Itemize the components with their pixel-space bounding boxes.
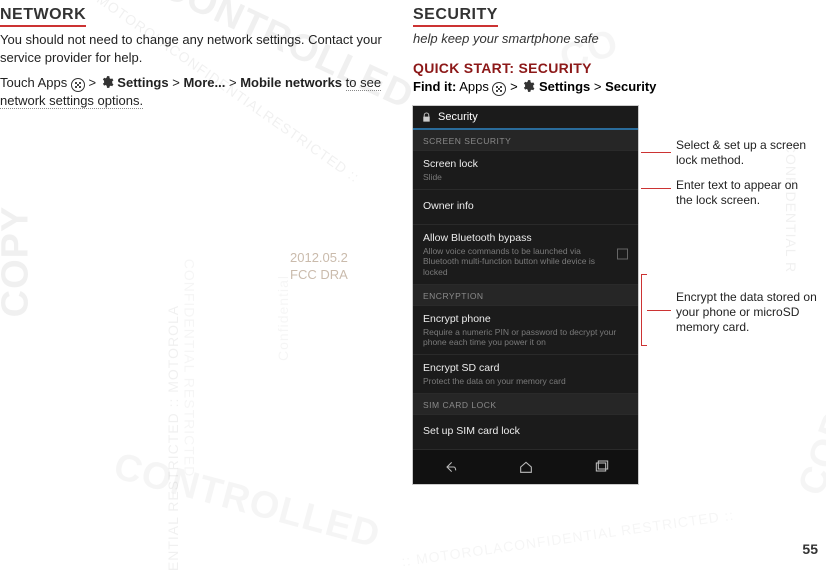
callout-owner-info: Enter text to appear on the lock screen. xyxy=(676,178,814,208)
checkbox-bt-bypass[interactable] xyxy=(617,249,628,260)
row-sim-lock[interactable]: Set up SIM card lock xyxy=(413,415,638,450)
callout-encrypt: Encrypt the data stored on your phone or… xyxy=(676,290,826,335)
security-heading: SECURITY xyxy=(413,6,814,27)
row-owner-info[interactable]: Owner info xyxy=(413,190,638,225)
gear-icon xyxy=(521,79,535,93)
nav-home-icon[interactable] xyxy=(518,459,534,475)
phone-navbar xyxy=(413,450,638,484)
apps-icon xyxy=(71,78,85,92)
lock-icon xyxy=(421,112,432,123)
row-screen-lock[interactable]: Screen lock Slide xyxy=(413,151,638,190)
gear-icon xyxy=(100,75,114,89)
network-body: You should not need to change any networ… xyxy=(0,31,385,66)
security-subtitle: help keep your smartphone safe xyxy=(413,31,814,46)
network-heading: NETWORK xyxy=(0,6,385,27)
nav-back-icon[interactable] xyxy=(443,459,459,475)
callout-screen-lock: Select & set up a screen lock method. xyxy=(676,138,814,168)
phone-screenshot: Security SCREEN SECURITY Screen lock Sli… xyxy=(413,106,638,484)
nav-recent-icon[interactable] xyxy=(593,459,609,475)
network-path: Touch Apps > Settings > More... > Mobile… xyxy=(0,74,385,110)
section-screen-security: SCREEN SECURITY xyxy=(413,130,638,151)
quickstart-heading: QUICK START: SECURITY xyxy=(413,60,814,76)
page-number: 55 xyxy=(802,541,818,557)
row-encrypt-phone[interactable]: Encrypt phone Require a numeric PIN or p… xyxy=(413,306,638,355)
findit-path: Find it: Apps > Settings > Security xyxy=(413,79,814,96)
row-bluetooth-bypass[interactable]: Allow Bluetooth bypass Allow voice comma… xyxy=(413,225,638,285)
section-sim-lock: SIM CARD LOCK xyxy=(413,394,638,415)
phone-title-text: Security xyxy=(438,111,478,123)
section-encryption: ENCRYPTION xyxy=(413,285,638,306)
apps-icon xyxy=(492,82,506,96)
row-encrypt-sd[interactable]: Encrypt SD card Protect the data on your… xyxy=(413,355,638,394)
phone-titlebar: Security xyxy=(413,106,638,130)
